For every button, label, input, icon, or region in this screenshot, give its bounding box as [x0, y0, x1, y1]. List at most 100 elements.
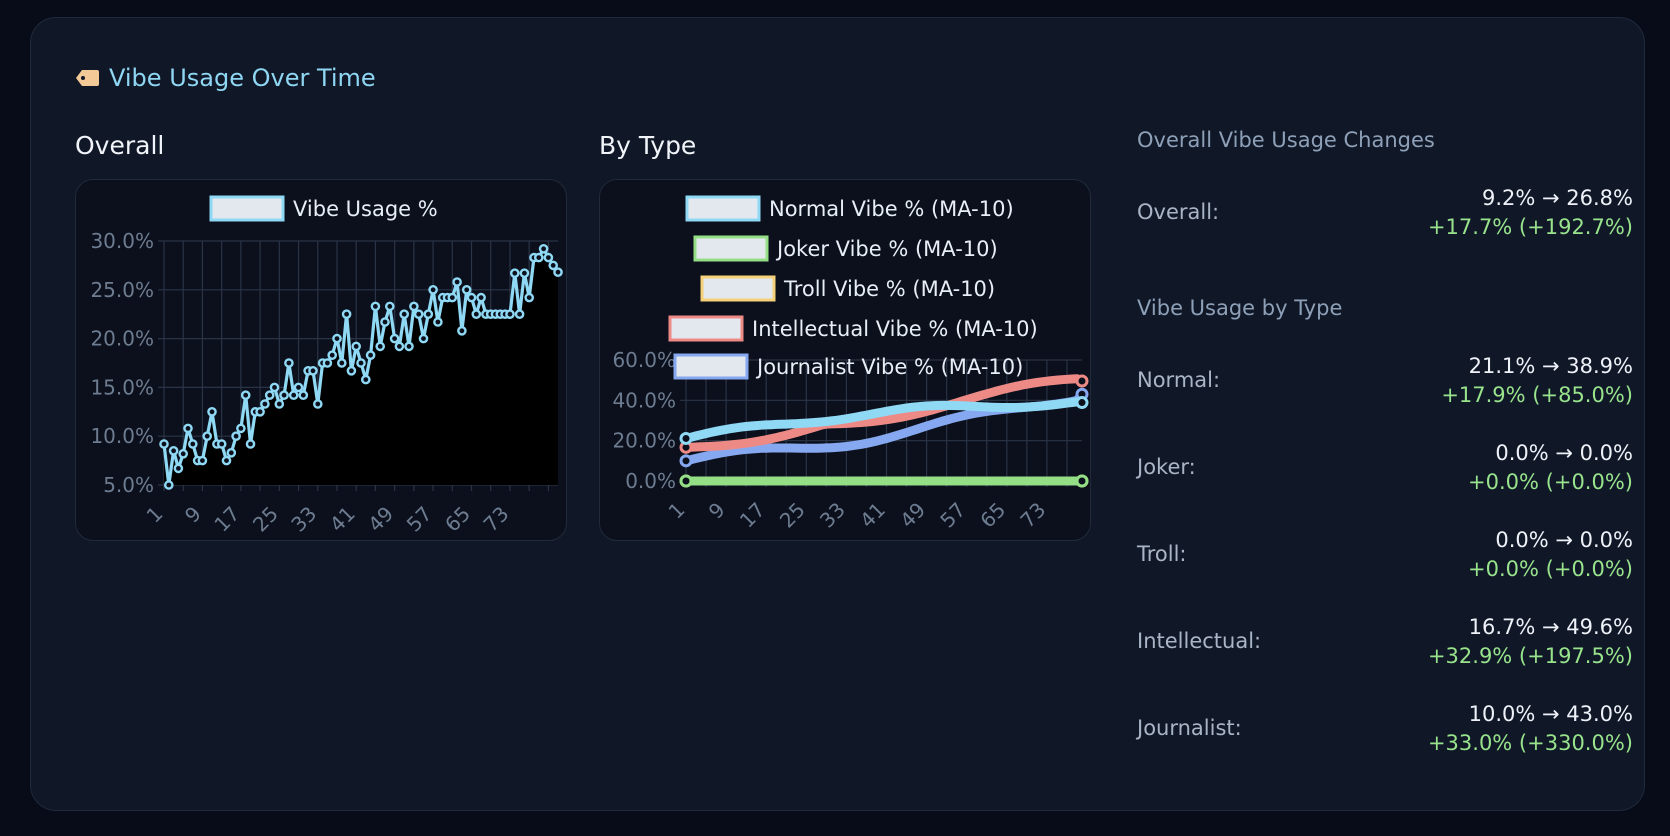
vibe-usage-point: [543, 252, 554, 263]
stat-range: 21.1% → 38.9%: [1468, 354, 1633, 378]
journalist-series-start-point: [679, 454, 693, 468]
stat-change: +0.0% (+0.0%): [1468, 470, 1633, 494]
vibe-usage-point: [322, 358, 333, 368]
legend-label-joker: Joker Vibe % (MA-10): [775, 237, 998, 261]
vibe-usage-point: [533, 252, 544, 263]
normal-series-end-point: [1075, 396, 1089, 410]
y-tick-label: 20.0%: [90, 327, 154, 351]
by-type-chart-svg: 60.0% 40.0% 20.0% 0.0% 1 9 17 25 33 41 49 57 65 73 Nor…: [612, 195, 1089, 533]
vibe-usage-point: [384, 301, 395, 312]
vibe-usage-point: [514, 309, 525, 319]
vibe-usage-point: [466, 292, 477, 303]
stat-label: Intellectual:: [1137, 629, 1262, 653]
vibe-usage-point: [370, 301, 381, 312]
vibe-usage-point: [380, 317, 390, 327]
vibe-usage-point: [264, 390, 275, 400]
vibe-usage-point: [509, 268, 520, 278]
vibe-usage-point: [375, 341, 386, 352]
intellectual-series-end-point: [1075, 374, 1089, 388]
x-tick-label: 33: [286, 502, 321, 537]
vibe-usage-point: [188, 439, 198, 449]
joker-series-start-point: [679, 474, 693, 488]
overall-chart: 30.0% 25.0% 20.0% 15.0% 10.0% 5.0% 1 9 17 25 33 41 4…: [75, 179, 567, 541]
vibe-usage-point: [524, 292, 535, 303]
stat-label: Overall:: [1137, 200, 1220, 224]
x-tick-label: 25: [248, 502, 283, 537]
x-tick-label: 1: [142, 502, 168, 528]
vibe-usage-point: [428, 285, 438, 295]
vibe-usage-point: [260, 399, 270, 409]
legend-swatch-normal: [685, 195, 761, 222]
vibe-usage-card: Vibe Usage Over Time Overall By Type 30.…: [30, 17, 1645, 811]
stat-change: +32.9% (+197.5%): [1427, 644, 1633, 668]
vibe-usage-point: [312, 399, 323, 409]
x-tick-label: 41: [325, 502, 360, 537]
vibe-usage-point: [399, 309, 410, 319]
legend-label-intellectual: Intellectual Vibe % (MA-10): [752, 317, 1038, 341]
y-tick-label: 20.0%: [612, 429, 676, 453]
vibe-usage-point: [183, 423, 193, 434]
card-header: Vibe Usage Over Time: [75, 64, 376, 92]
stat-change: +33.0% (+330.0%): [1427, 731, 1633, 755]
vibe-usage-point: [356, 358, 366, 368]
legend-swatch-troll: [700, 275, 776, 302]
vibe-usage-point: [202, 431, 212, 442]
vibe-usage-point: [423, 309, 434, 319]
vibe-usage-point: [308, 365, 318, 376]
legend-swatch-intellectual: [668, 315, 744, 342]
x-tick-label: 65: [975, 498, 1010, 533]
vibe-usage-point: [332, 333, 342, 344]
y-tick-label: 15.0%: [90, 375, 154, 399]
x-tick-label: 1: [664, 498, 690, 524]
legend-label-normal: Normal Vibe % (MA-10): [769, 197, 1014, 221]
vibe-usage-point: [178, 448, 188, 459]
vibe-usage-point: [207, 406, 217, 417]
y-tick-label: 40.0%: [612, 388, 676, 412]
stat-label: Journalist:: [1137, 716, 1242, 740]
x-tick-label: 17: [735, 498, 770, 533]
vibe-usage-point: [284, 358, 294, 368]
vibe-usage-point: [476, 292, 486, 303]
legend-label-troll: Troll Vibe % (MA-10): [783, 277, 995, 301]
legend-label-journalist: Journalist Vibe % (MA-10): [755, 355, 1023, 379]
vibe-usage-point: [409, 301, 419, 312]
stat-label: Troll:: [1137, 542, 1187, 566]
x-tick-label: 65: [440, 502, 475, 537]
vibe-usage-point: [168, 445, 179, 456]
vibe-usage-point: [197, 455, 208, 466]
y-tick-label: 30.0%: [90, 229, 154, 253]
by-type-legend: Normal Vibe % (MA-10) Joker Vibe % (MA-10…: [668, 195, 1038, 380]
x-tick-label: 41: [855, 498, 890, 533]
x-tick-label: 49: [363, 502, 398, 537]
vibe-usage-point: [452, 277, 462, 287]
overall-section-title: Overall: [75, 131, 165, 160]
vibe-usage-point: [240, 390, 251, 400]
vibe-usage-point: [269, 382, 280, 393]
x-tick-label: 57: [402, 502, 437, 537]
overall-chart-svg: 30.0% 25.0% 20.0% 15.0% 10.0% 5.0% 1 9 17 25 33 41 4…: [90, 195, 563, 537]
vibe-usage-point: [288, 390, 299, 400]
x-tick-label: 73: [1015, 498, 1050, 533]
x-tick-label: 17: [209, 502, 244, 537]
vibe-usage-point: [279, 390, 289, 400]
x-tick-label: 9: [180, 502, 206, 528]
card-title: Vibe Usage Over Time: [109, 64, 376, 92]
vibe-usage-point: [226, 447, 237, 458]
vibe-usage-point: [231, 431, 241, 442]
stat-range: 10.0% → 43.0%: [1468, 702, 1633, 726]
stat-range: 0.0% → 0.0%: [1495, 528, 1633, 552]
vibe-usage-point: [365, 350, 376, 360]
vibe-usage-point: [389, 333, 400, 344]
vibe-usage-point: [519, 268, 530, 278]
normal-series-start-point: [679, 431, 693, 445]
vibe-usage-point: [553, 267, 563, 277]
y-tick-label: 60.0%: [612, 348, 676, 372]
stat-range: 9.2% → 26.8%: [1481, 186, 1633, 210]
by-type-chart: 60.0% 40.0% 20.0% 0.0% 1 9 17 25 33 41 49 57 65 73 Nor…: [599, 179, 1091, 541]
y-tick-label: 25.0%: [90, 278, 154, 302]
vibe-usage-point: [221, 455, 232, 466]
vibe-usage-point: [418, 333, 429, 344]
vibe-usage-point: [298, 390, 309, 400]
stat-range: 16.7% → 49.6%: [1468, 615, 1633, 639]
vibe-usage-point: [447, 292, 458, 303]
